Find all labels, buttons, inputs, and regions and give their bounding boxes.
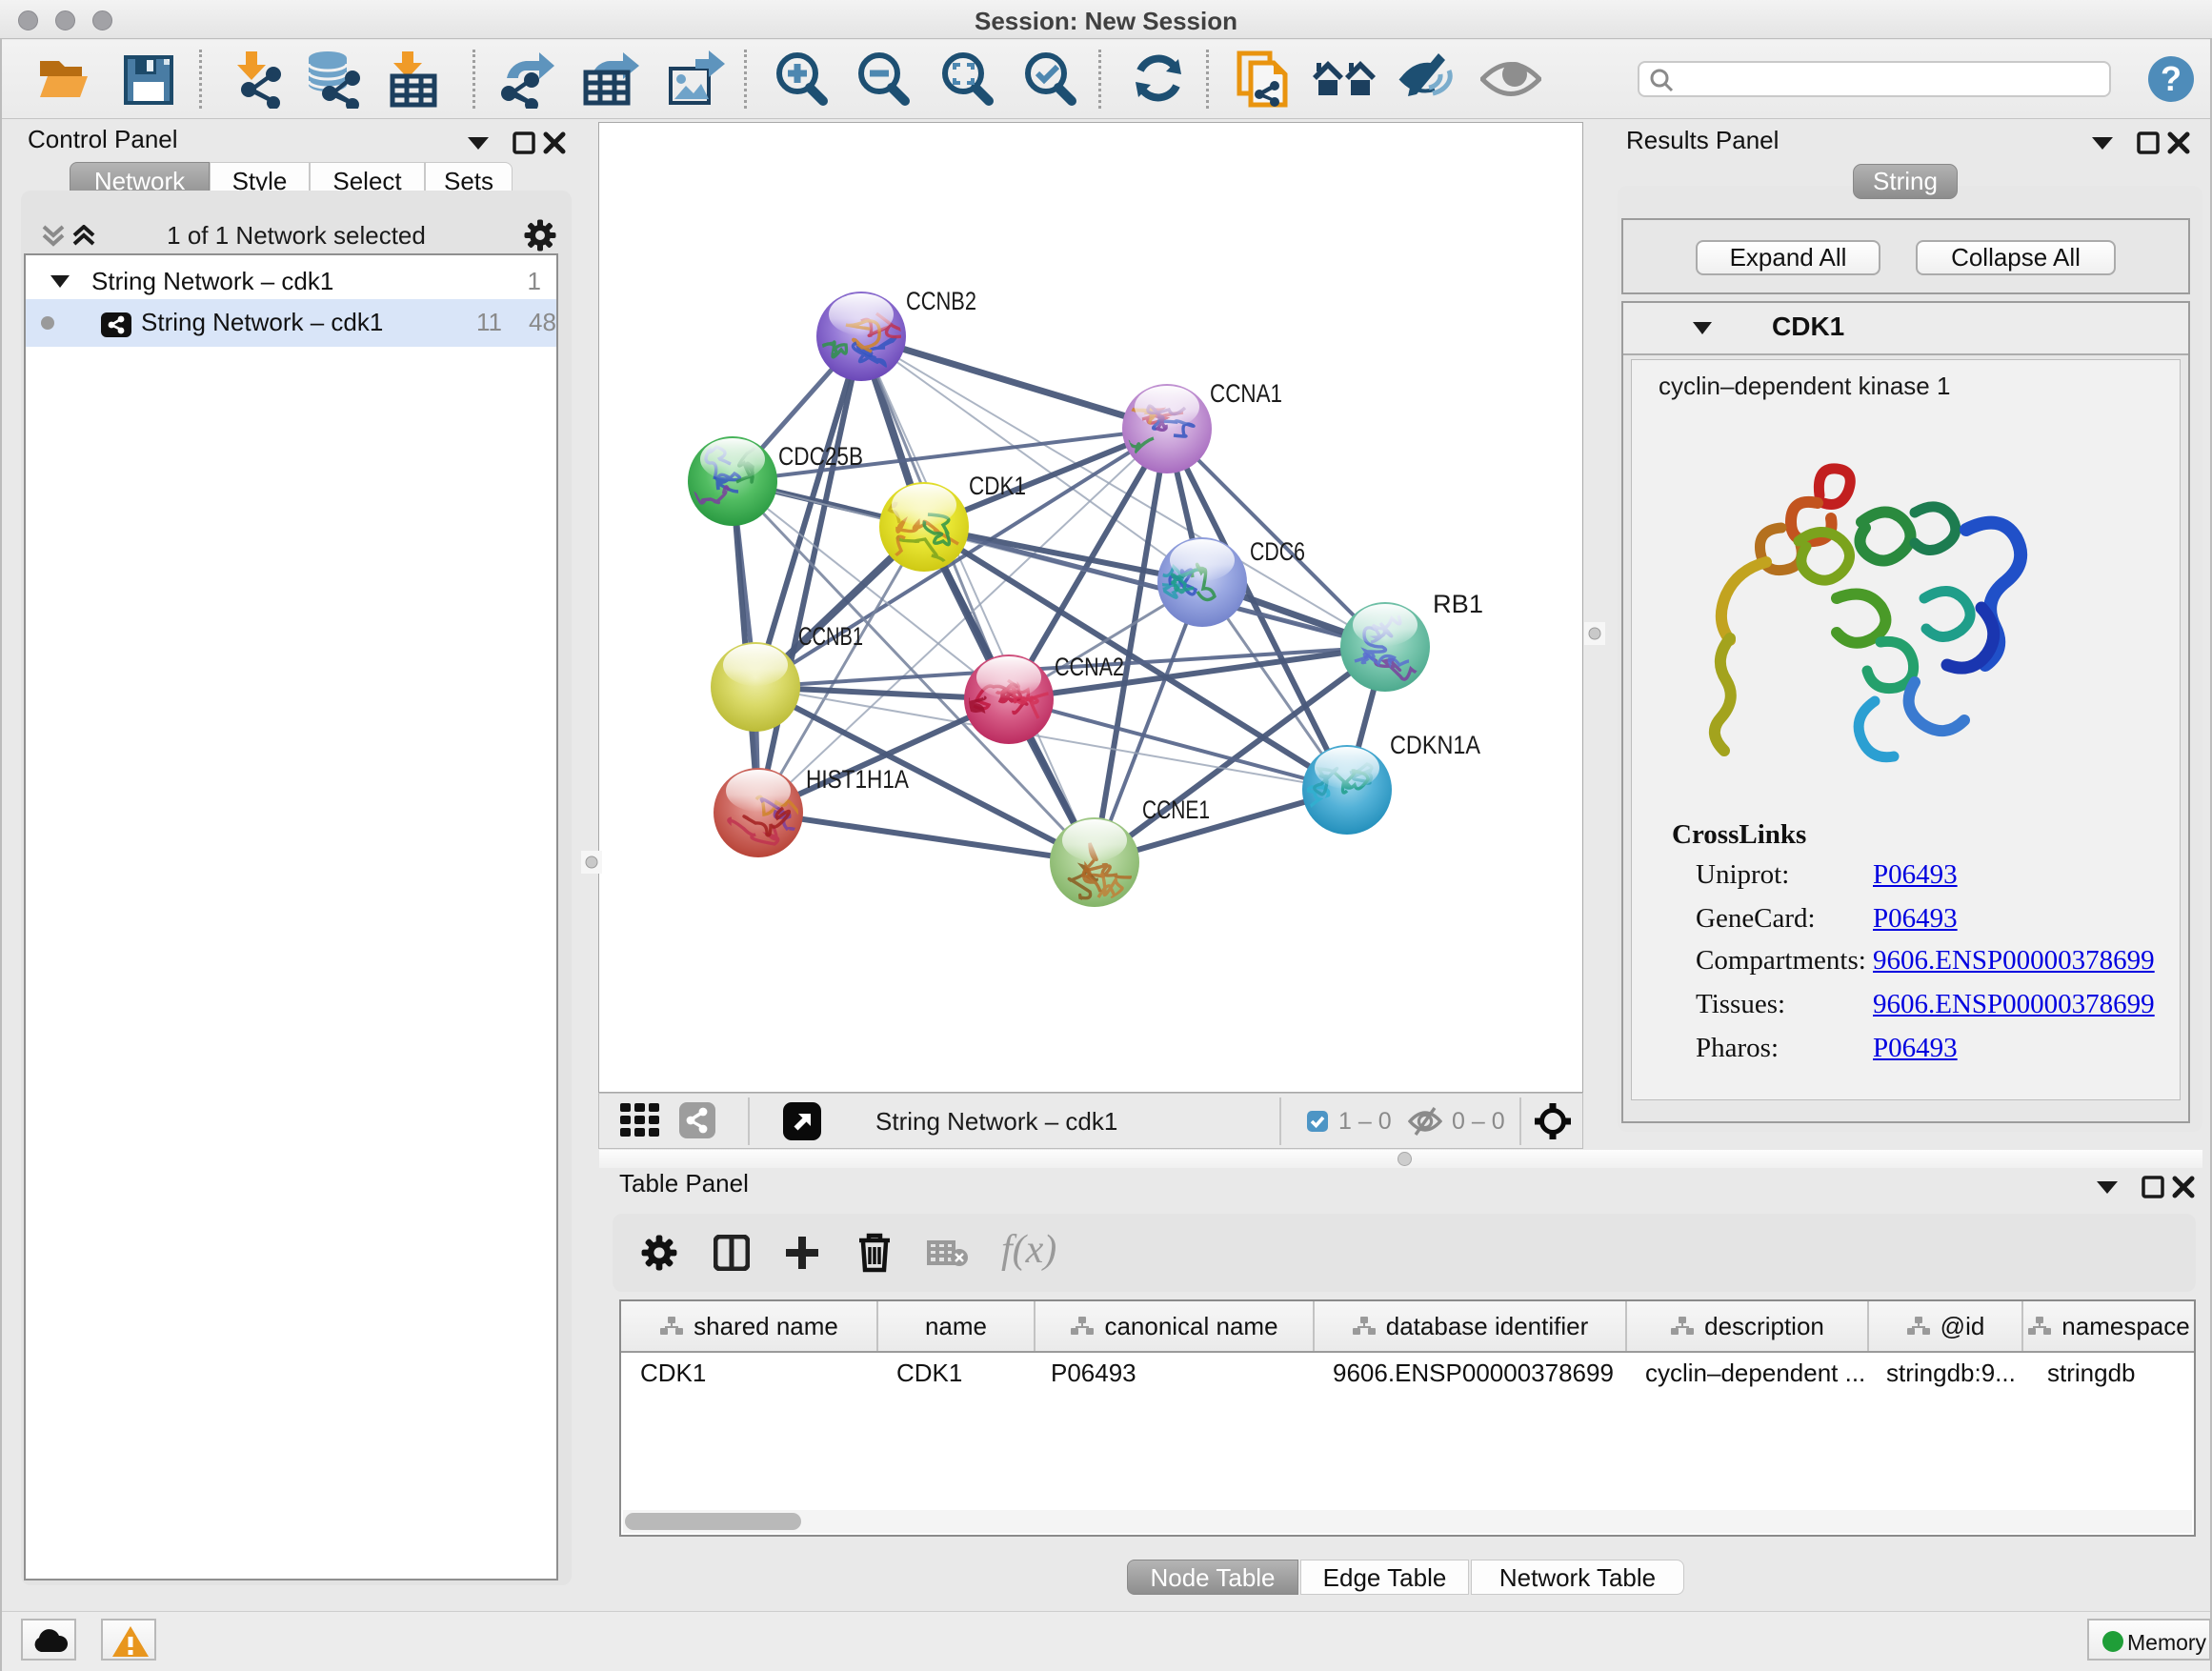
svg-text:RB1: RB1 <box>1433 590 1483 618</box>
svg-text:CDKN1A: CDKN1A <box>1390 731 1480 759</box>
svg-text:CCNA1: CCNA1 <box>1210 379 1282 408</box>
svg-text:CCNB1: CCNB1 <box>798 622 863 651</box>
svg-text:CDC25B: CDC25B <box>778 442 863 471</box>
svg-text:?: ? <box>2161 59 2182 98</box>
svg-text:HIST1H1A: HIST1H1A <box>806 765 909 794</box>
svg-text:CCNB2: CCNB2 <box>906 287 976 315</box>
svg-text:CDK1: CDK1 <box>969 472 1026 500</box>
svg-text:CCNE1: CCNE1 <box>1142 795 1210 824</box>
svg-text:CDC6: CDC6 <box>1250 537 1305 566</box>
svg-text:CCNA2: CCNA2 <box>1055 653 1124 681</box>
